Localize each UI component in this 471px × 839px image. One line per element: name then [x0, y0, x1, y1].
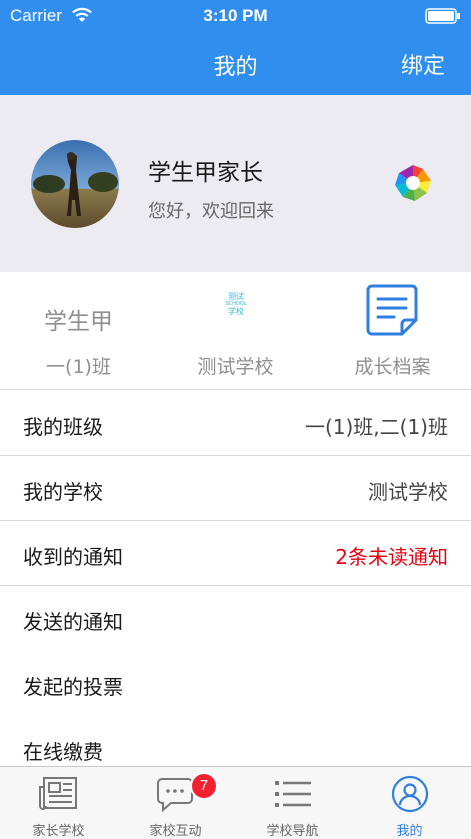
status-time: 3:10 PM	[203, 6, 268, 25]
tab-school-navigation[interactable]: 学校导航	[234, 767, 351, 839]
row-label: 收到的通知	[23, 545, 123, 569]
student-class-label: 一(1)班	[46, 356, 111, 378]
row-started-votes[interactable]: 发起的投票	[0, 651, 471, 716]
unread-notice-count: 2条未读通知	[335, 545, 448, 569]
school-label: 测试学校	[197, 356, 274, 378]
row-label: 在线缴费	[23, 740, 103, 764]
newspaper-icon	[39, 777, 77, 810]
tab-label: 家校互动	[149, 824, 202, 839]
tab-home-school-interaction[interactable]: 7 家校互动	[117, 767, 234, 839]
document-icon	[366, 284, 418, 336]
unread-badge: 7	[190, 772, 218, 800]
bind-button[interactable]: 绑定	[401, 48, 445, 80]
row-my-class[interactable]: 我的班级 一(1)班,二(1)班	[0, 391, 471, 456]
user-icon	[391, 775, 429, 813]
school-logo-line: 学校	[228, 307, 244, 316]
tab-label: 学校导航	[266, 824, 319, 839]
list-icon	[275, 781, 311, 807]
tab-parent-school[interactable]: 家长学校	[0, 767, 117, 839]
row-label: 我的学校	[23, 480, 103, 504]
status-bar: Carrier 3:10 PM	[0, 0, 471, 32]
settings-list: 我的班级 一(1)班,二(1)班 我的学校 测试学校 收到的通知 2条未读通知 …	[0, 391, 471, 781]
row-label: 我的班级	[23, 415, 103, 439]
quick-archive[interactable]: 成长档案	[314, 272, 471, 390]
row-label: 发送的通知	[23, 610, 123, 634]
aperture-icon[interactable]	[393, 163, 433, 203]
row-value: 一(1)班,二(1)班	[304, 415, 448, 439]
profile-greeting: 您好，欢迎回来	[148, 201, 274, 222]
tab-bar: 家长学校 7 家校互动 学校导航 我的	[0, 766, 471, 839]
row-value: 测试学校	[368, 480, 448, 504]
school-logo-line: 测试	[228, 292, 244, 301]
tab-mine[interactable]: 我的	[351, 767, 471, 839]
profile-name: 学生甲家长	[148, 160, 263, 186]
row-my-school[interactable]: 我的学校 测试学校	[0, 456, 471, 521]
quick-school[interactable]: 测试 SCHOOL 学校 测试学校	[157, 272, 314, 390]
battery-icon	[425, 8, 460, 24]
quick-student[interactable]: 学生甲 一(1)班	[0, 272, 157, 390]
student-name: 学生甲	[44, 309, 113, 335]
row-label: 发起的投票	[23, 675, 123, 699]
row-received-notices[interactable]: 收到的通知 2条未读通知	[0, 521, 471, 586]
archive-label: 成长档案	[354, 356, 431, 378]
nav-bar: 我的 绑定	[0, 32, 471, 95]
school-logo: 测试 SCHOOL 学校	[223, 292, 249, 316]
tab-label: 家长学校	[32, 824, 85, 839]
profile-header: 学生甲家长 您好，欢迎回来	[0, 95, 471, 272]
avatar[interactable]	[31, 140, 119, 228]
tab-label: 我的	[396, 824, 423, 839]
quick-entries: 学生甲 一(1)班 测试 SCHOOL 学校 测试学校 成长档案	[0, 272, 471, 390]
row-sent-notices[interactable]: 发送的通知	[0, 586, 471, 651]
